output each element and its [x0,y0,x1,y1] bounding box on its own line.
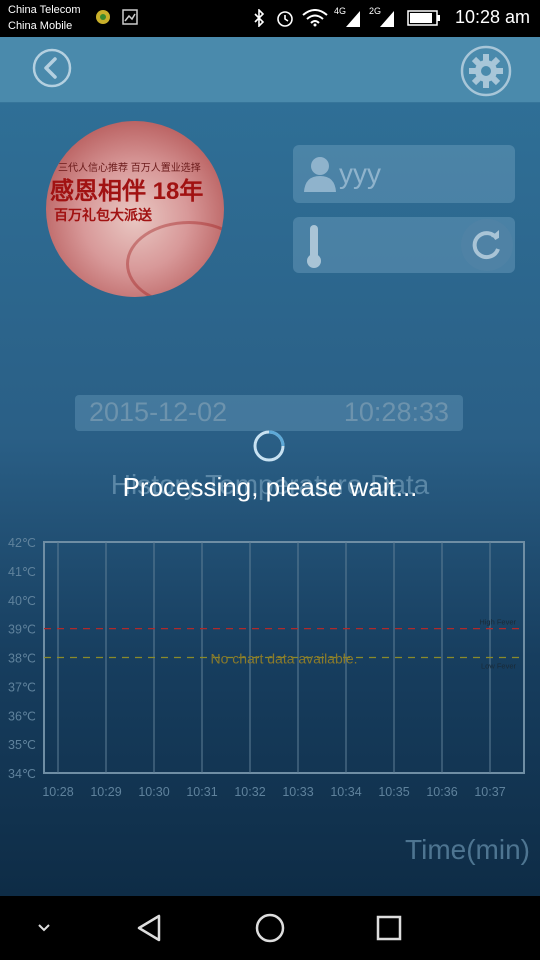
threshold-label: High Fever [479,618,516,627]
status-clock: 10:28 am [454,7,530,27]
image-icon [122,9,138,25]
nav-home-icon[interactable] [252,910,288,946]
x-tick-label: 10:28 [42,785,73,799]
gear-icon[interactable] [460,45,512,97]
bluetooth-icon [254,9,265,27]
y-tick-label: 36℃ [8,709,36,723]
x-tick-label: 10:35 [378,785,409,799]
coin-icon [96,10,110,24]
status-bar: China Telecom China Mobile 4G 2G 10:28 a… [0,0,540,37]
x-tick-label: 10:29 [90,785,121,799]
avatar-decoration [126,221,224,297]
wifi-icon [302,9,328,27]
y-tick-label: 39℃ [8,623,36,637]
carrier-2: China Mobile [8,20,73,32]
avatar-text-2: 感恩相伴 18年 [50,178,204,205]
loading-message: Processing, please wait... [122,472,418,502]
thermometer-icon [307,225,321,268]
x-tick-label: 10:33 [282,785,313,799]
reading-date: 2015-12-02 [89,397,228,427]
nav-recents-icon[interactable] [371,910,407,946]
user-icon [304,157,336,192]
y-tick-label: 34℃ [8,767,36,781]
battery-icon [407,10,440,26]
reading-time: 10:28:33 [343,397,449,427]
y-tick-label: 42℃ [8,536,36,550]
y-tick-label: 41℃ [8,565,36,579]
temperature-chart: 10:28 10:29 10:30 10:31 10:32 10:33 10:34 10:35… [8,536,525,799]
x-axis-label: Time(min) [405,834,530,865]
x-tick-label: 10:34 [330,785,361,799]
username-field[interactable]: yyy [293,145,515,203]
temperature-field [293,217,515,273]
x-tick-label: 10:30 [138,785,169,799]
y-tick-label: 35℃ [8,738,36,752]
carrier-1: China Telecom [8,4,81,16]
nav-back-icon[interactable] [132,910,168,946]
app-screen: 三代人信心推荐 百万人置业选择 感恩相伴 18年 百万礼包大派送 yyy 201… [0,37,540,896]
x-tick-label: 10:36 [426,785,457,799]
refresh-icon [472,230,500,260]
reading-datetime: 2015-12-02 10:28:33 [75,395,463,431]
avatar[interactable]: 三代人信心推荐 百万人置业选择 感恩相伴 18年 百万礼包大派送 [46,121,224,297]
loading-spinner-icon [253,430,285,462]
avatar-text-3: 百万礼包大派送 [54,207,152,223]
back-icon[interactable] [32,48,72,88]
y-tick-label: 37℃ [8,680,36,694]
x-tick-label: 10:37 [474,785,505,799]
y-tick-label: 40℃ [8,594,36,608]
navigation-bar [0,896,540,960]
top-bar [0,37,540,102]
username-text: yyy [339,158,381,189]
threshold-label: Low Fever [481,662,517,671]
x-tick-label: 10:31 [186,785,217,799]
x-tick-label: 10:32 [234,785,265,799]
refresh-button[interactable] [461,219,513,271]
signal-icon-2 [380,11,394,27]
chevron-down-icon[interactable] [26,910,62,946]
alarm-icon [277,11,293,27]
chart-empty-message: No chart data available. [210,651,357,667]
signal-icon-1 [346,11,360,27]
y-tick-label: 38℃ [8,652,36,666]
